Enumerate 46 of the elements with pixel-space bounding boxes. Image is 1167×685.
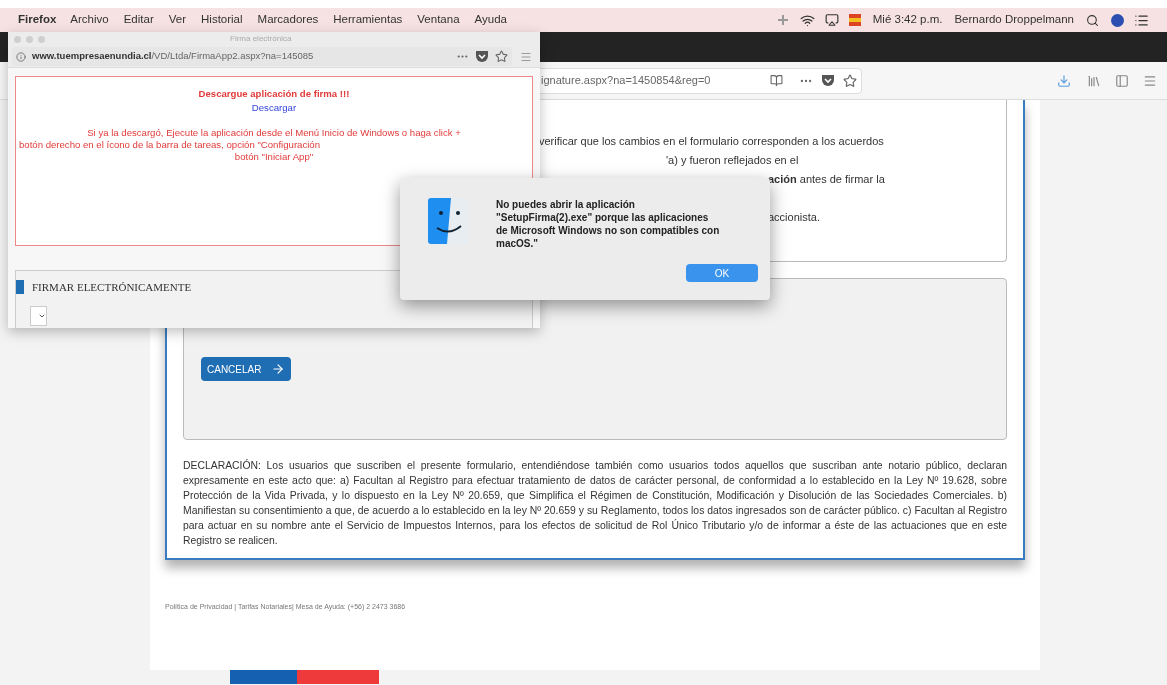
flag-icon[interactable] <box>848 14 861 26</box>
library-icon[interactable] <box>1087 73 1101 88</box>
notice-text: 'a) y fueron reflejados en el <box>666 153 800 168</box>
menu-user-name[interactable]: Bernardo Droppelmann <box>954 11 1074 29</box>
menu-item[interactable]: Ver <box>168 11 186 29</box>
menu-item[interactable]: Ayuda <box>474 11 507 29</box>
download-icon[interactable] <box>1057 73 1071 88</box>
notice-text: verificar que los cambios en el formulario corresponden a los acuerdos <box>539 134 885 149</box>
airplay-icon[interactable] <box>824 13 839 27</box>
url-text: www.tuempresaenundia.cl/VD/Ltda/FirmaApp2.aspx?na=145085 <box>32 49 315 64</box>
menu-clock[interactable]: Mié 3:42 p.m. <box>872 11 943 29</box>
info-icon[interactable] <box>16 51 26 62</box>
menu-item[interactable]: Marcadores <box>257 11 319 29</box>
menu-item[interactable]: Historial <box>201 11 243 29</box>
alert-message: No puedes abrir la aplicación "SetupFirma(2).exe" porque las aplicaciones de Microsoft Windows no son compatibles con macOS." <box>496 198 721 250</box>
bookmark-star-icon[interactable] <box>843 73 857 88</box>
cancel-button[interactable]: CANCELAR <box>201 357 292 381</box>
download-title: Descargue aplicación de firma !!! <box>198 87 350 101</box>
reader-view-icon[interactable] <box>770 74 783 87</box>
notice-text: ación antes de firmar la <box>768 172 886 187</box>
menu-icon[interactable] <box>520 50 532 63</box>
instructions-text: Si ya la descargó, Ejecute la aplicación desde el Menú Inicio de Windows o haga click + <box>87 126 461 139</box>
menu-app-name[interactable]: Firefox <box>18 11 57 29</box>
instructions-text: botón derecho en el ícono de la barra de tareas, opción "Configuración <box>19 138 320 151</box>
section-title: FIRMAR ELECTRÓNICAMENTE <box>32 280 192 295</box>
sidebar-icon[interactable] <box>1115 73 1129 88</box>
list-icon[interactable] <box>1134 12 1149 28</box>
bookmark-star-icon[interactable] <box>495 50 508 63</box>
menu-icon[interactable] <box>1143 73 1157 88</box>
section-marker <box>16 280 24 295</box>
finder-icon <box>428 198 468 244</box>
menu-item[interactable]: Archivo <box>70 11 109 29</box>
menu-item[interactable]: Editar <box>123 11 154 29</box>
pocket-icon[interactable] <box>821 74 835 87</box>
url-text: ignature.aspx?na=1450854&reg=0 <box>541 73 712 89</box>
wifi-icon[interactable] <box>799 12 815 28</box>
instructions-text: botón "Iniciar App" <box>234 150 314 163</box>
pocket-icon[interactable] <box>475 50 489 63</box>
declaration-text: DECLARACIÓN: Los usuarios que suscriben el presente formulario, entendiéndose también como usuarios todos aquellos que suscriban ante notario público, declaran expresamente en este acto que: a) Facultan al Registro para efectuar tratamiento de datos de carácter personal, de conformidad a lo establecido en la Ley Nº 19.628, sobre Protección de la Vida Privada, y lo dispuesto en la Ley Nº 20.659, que Simplifica el Régimen de Constitución, Modificación y Disolución de las Sociedades Comerciales. b) Manifiestan su consentimiento a que, de acuerdo a lo establecido en la ley Nº 20.659 y su Reglamento, todos los datos ingresados son de carácter público. c) Facultan al Registro para actuar en su nombre ante el Servicio de Impuestos Internos, para los efectos de solicitud de Rol Único Tributario y/o de informar a éste de las actuaciones que en este Registro se realicen. <box>183 458 1007 548</box>
download-link[interactable]: Descargar <box>251 101 297 116</box>
menu-item[interactable]: Ventana <box>417 11 460 29</box>
notice-text: accionista. <box>768 210 821 225</box>
menu-item[interactable]: Herramientas <box>333 11 403 29</box>
arrow-right-icon <box>271 362 286 376</box>
search-icon[interactable] <box>1086 13 1099 27</box>
address-bar[interactable]: www.tuempresaenundia.cl/VD/Ltda/FirmaApp2.aspx?na=145085 <box>12 47 512 66</box>
